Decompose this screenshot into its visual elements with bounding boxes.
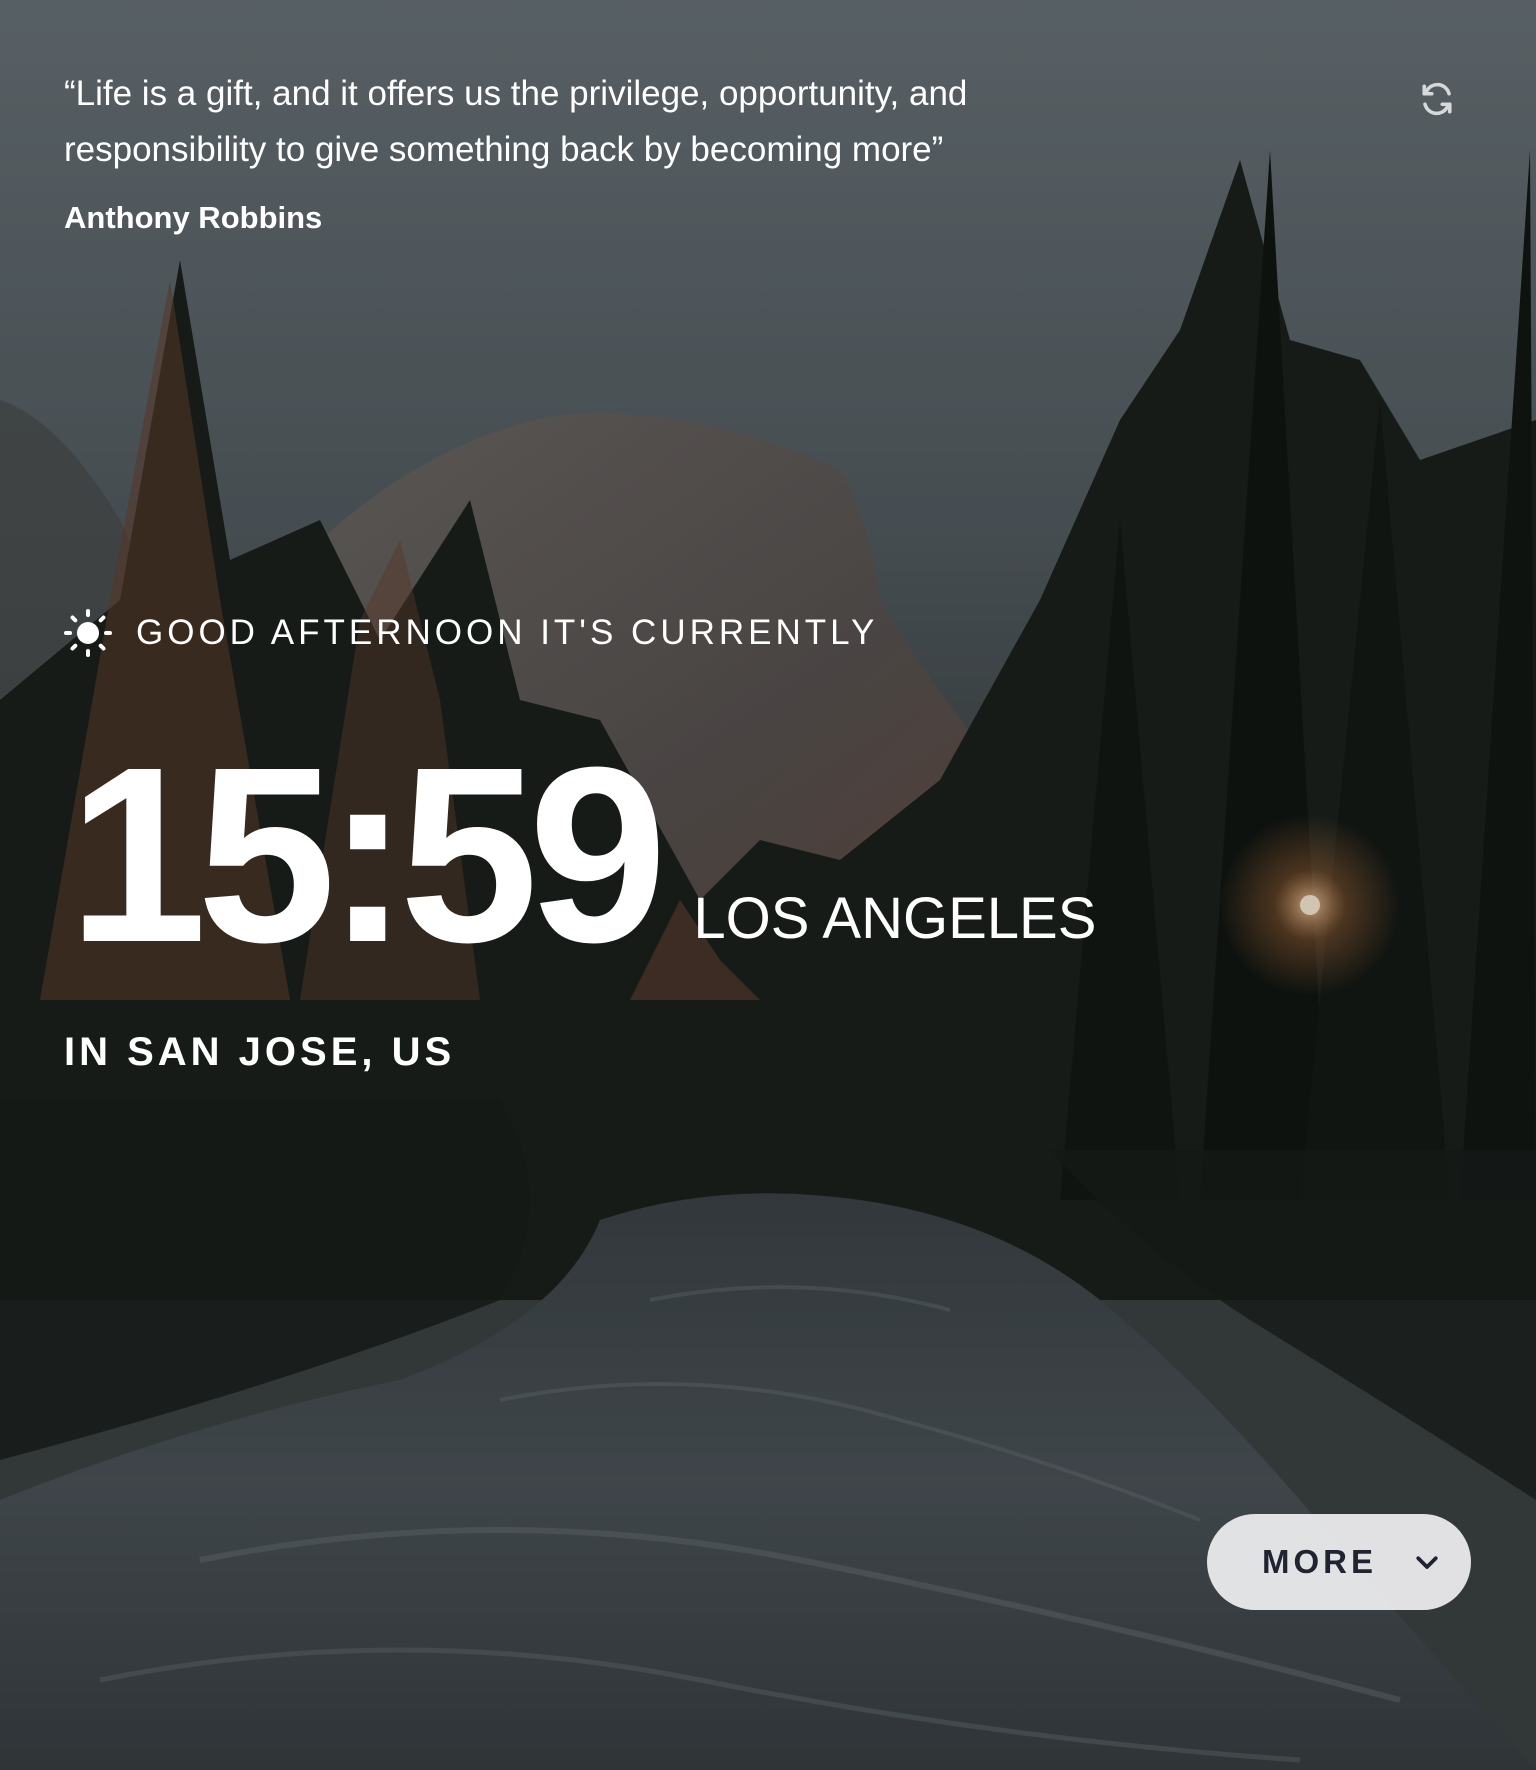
sun-icon [64, 609, 112, 657]
greeting-row: GOOD AFTERNOON IT'S CURRENTLY [64, 608, 878, 658]
quote-text: “Life is a gift, and it offers us the pr… [64, 74, 968, 169]
refresh-quote-button[interactable] [1414, 76, 1460, 122]
clock-time: 15:59 [68, 715, 667, 994]
clock-app-screen: “Life is a gift, and it offers us the pr… [0, 0, 1536, 1770]
location-text: IN SAN JOSE, US [64, 1030, 456, 1074]
refresh-icon[interactable] [1419, 81, 1455, 117]
greeting-text: GOOD AFTERNOON IT'S CURRENTLY [136, 613, 879, 652]
chevron-down-icon [1411, 1546, 1443, 1578]
clock-timezone: LOS ANGELES [693, 886, 1097, 951]
more-button[interactable]: MORE [1207, 1514, 1471, 1610]
quote-block: “Life is a gift, and it offers us the pr… [64, 66, 1024, 236]
clock-row: 15:59 LOS ANGELES [68, 690, 1096, 980]
quote-author: Anthony Robbins [64, 200, 323, 235]
more-button-label: MORE [1262, 1543, 1377, 1580]
